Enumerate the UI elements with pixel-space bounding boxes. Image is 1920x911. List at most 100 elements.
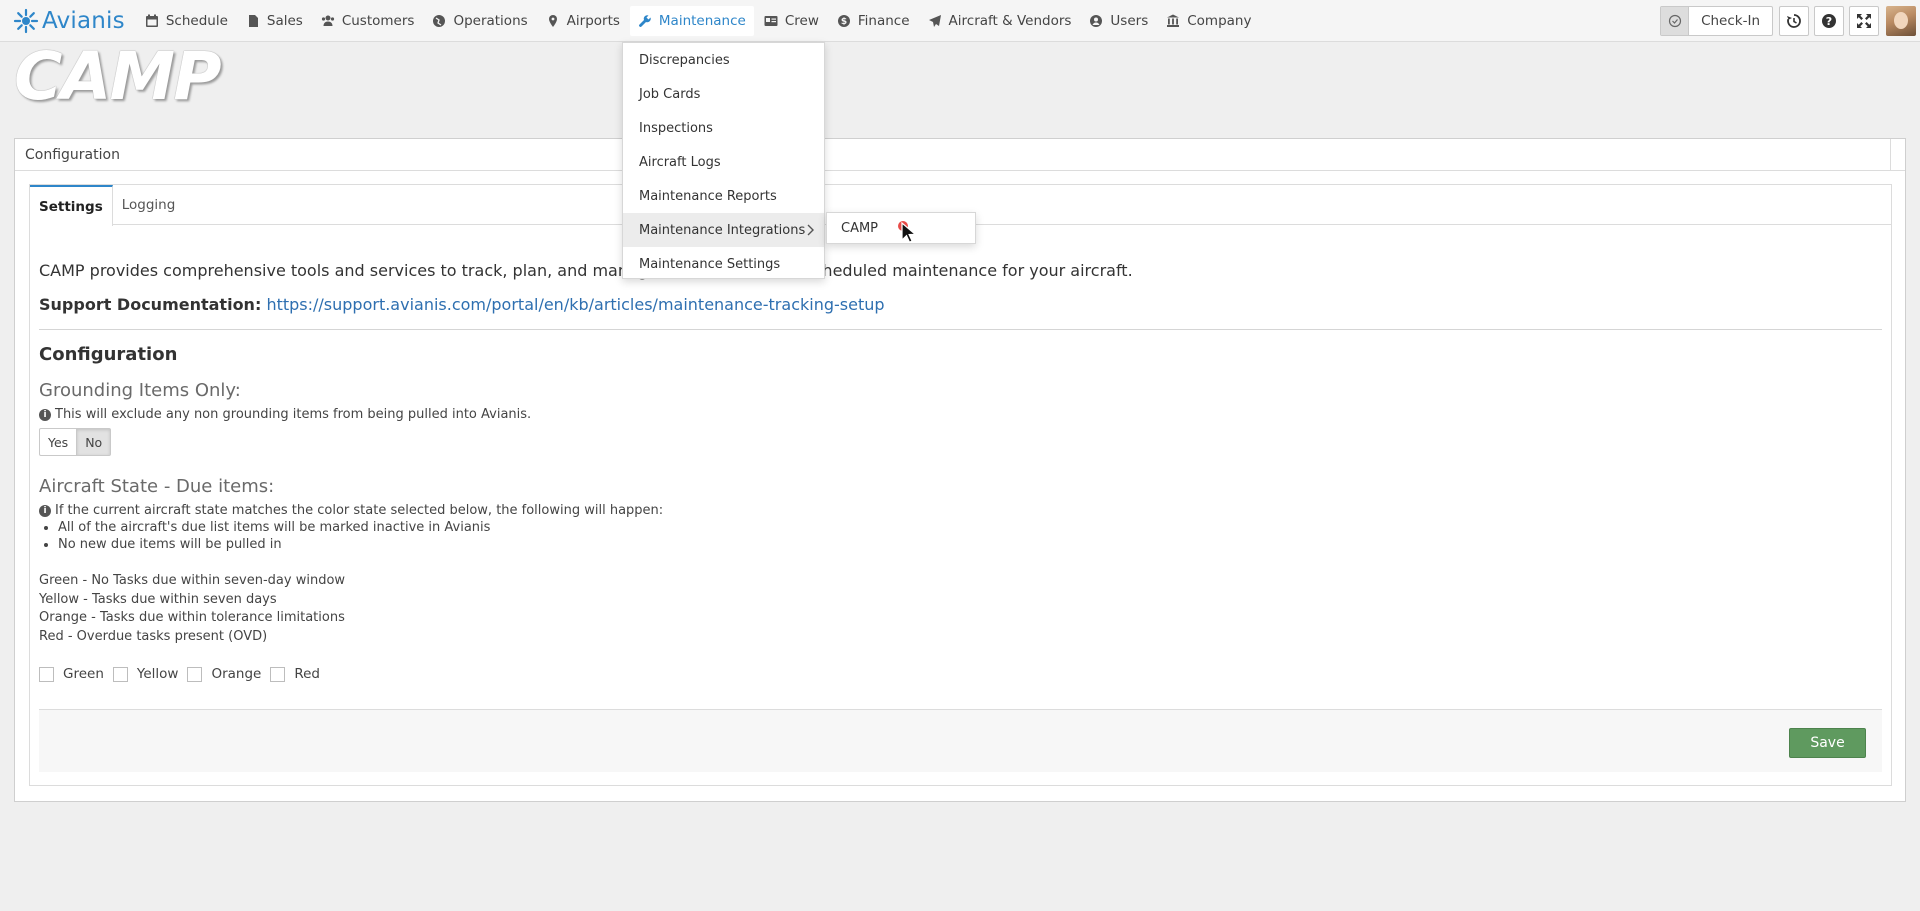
nav-right-tools: Check-In ?: [1660, 0, 1920, 42]
nav-airports[interactable]: Airports: [538, 6, 628, 36]
divider: [39, 329, 1882, 330]
check-circle-icon: [1661, 7, 1690, 35]
info-icon: i: [39, 504, 51, 517]
nav-airports-label: Airports: [566, 12, 620, 29]
nav-aircraft-vendors[interactable]: Aircraft & Vendors: [920, 6, 1080, 36]
bank-icon: [1167, 14, 1180, 27]
camp-logo: CAMP: [14, 38, 222, 115]
user-avatar[interactable]: [1886, 6, 1916, 36]
nav-schedule[interactable]: Schedule: [137, 6, 236, 36]
grounding-toggle: Yes No: [39, 428, 112, 456]
red-checkbox-label: Red: [294, 666, 320, 682]
nav-crew[interactable]: Crew: [756, 6, 827, 36]
nav-company[interactable]: Company: [1158, 6, 1259, 36]
state-green-desc: Green - No Tasks due within seven-day wi…: [39, 573, 346, 588]
svg-text:?: ?: [1826, 15, 1832, 28]
nav-aircraft-vendors-label: Aircraft & Vendors: [948, 12, 1072, 29]
fullscreen-button[interactable]: [1849, 6, 1879, 36]
intro-text: CAMP provides comprehensive tools and se…: [39, 261, 1133, 280]
tab-logging[interactable]: Logging: [113, 185, 185, 225]
menu-item-maintenance-integrations[interactable]: Maintenance Integrations: [623, 213, 824, 247]
calendar-icon: [145, 14, 158, 27]
menu-item-maintenance-reports[interactable]: Maintenance Reports: [623, 179, 824, 213]
nav-sales-label: Sales: [266, 12, 303, 29]
panel-header-divider: [1890, 139, 1891, 170]
plane-icon: [928, 14, 941, 27]
nav-customers-label: Customers: [341, 12, 415, 29]
red-checkbox[interactable]: [270, 666, 286, 682]
check-in-label: Check-In: [1701, 13, 1760, 29]
avianis-sun-icon: [13, 8, 39, 33]
support-link[interactable]: https://support.avianis.com/portal/en/kb…: [266, 295, 884, 314]
grounding-label: Grounding Items Only:: [39, 380, 241, 401]
nav-users-label: Users: [1110, 12, 1149, 29]
aircraft-state-help: i If the current aircraft state matches …: [39, 503, 1882, 518]
submenu-item-camp[interactable]: CAMP: [841, 221, 878, 236]
nav-finance-label: Finance: [857, 12, 910, 29]
history-icon: [1787, 14, 1801, 28]
menu-item-job-cards[interactable]: Job Cards: [623, 77, 824, 111]
map-marker-icon: [548, 14, 557, 27]
grounding-help: i This will exclude any non grounding it…: [39, 407, 1882, 422]
green-checkbox-label: Green: [63, 666, 104, 682]
grounding-no-button[interactable]: No: [76, 429, 111, 455]
tab-container: Settings Logging CAMP provides comprehen…: [29, 184, 1892, 786]
chevron-right-icon: [807, 224, 814, 236]
aircraft-state-label: Aircraft State - Due items:: [39, 476, 275, 497]
help-button[interactable]: ?: [1814, 6, 1844, 36]
nav-operations[interactable]: Operations: [424, 6, 535, 36]
save-button[interactable]: Save: [1789, 728, 1866, 758]
dollar-circle-icon: $: [837, 14, 850, 27]
aircraft-state-effects: All of the aircraft's due list items wil…: [39, 520, 1882, 552]
maintenance-dropdown: Discrepancies Job Cards Inspections Airc…: [622, 42, 825, 279]
brand-logo[interactable]: Avianis: [13, 8, 125, 34]
orange-checkbox[interactable]: [187, 666, 203, 682]
nav-customers[interactable]: Customers: [313, 6, 423, 36]
menu-item-maintenance-settings[interactable]: Maintenance Settings: [623, 247, 824, 281]
menu-item-inspections[interactable]: Inspections: [623, 111, 824, 145]
users-icon: [321, 15, 334, 26]
globe-icon: [433, 14, 446, 27]
grounding-help-text: This will exclude any non grounding item…: [55, 407, 532, 422]
nav-operations-label: Operations: [453, 12, 528, 29]
aircraft-state-help-text: If the current aircraft state matches th…: [55, 503, 664, 518]
nav-crew-label: Crew: [784, 12, 819, 29]
nav-maintenance-label: Maintenance: [658, 12, 746, 29]
svg-text:$: $: [841, 17, 847, 27]
support-documentation: Support Documentation: https://support.a…: [39, 295, 1882, 314]
file-icon: [248, 14, 258, 27]
green-checkbox[interactable]: [39, 666, 54, 682]
panel-header: Configuration: [15, 139, 1905, 171]
wrench-icon: [638, 14, 651, 27]
list-item: No new due items will be pulled in: [58, 537, 1882, 552]
orange-checkbox-label: Orange: [211, 666, 262, 682]
tab-settings[interactable]: Settings: [30, 185, 113, 226]
question-circle-icon: ?: [1822, 14, 1836, 28]
state-yellow-desc: Yellow - Tasks due within seven days: [39, 591, 277, 607]
history-button[interactable]: [1779, 6, 1809, 36]
brand-name: Avianis: [42, 7, 125, 34]
top-nav: Avianis Schedule Sales Customers Operati…: [0, 0, 1920, 42]
yellow-checkbox[interactable]: [112, 666, 128, 682]
support-label: Support Documentation:: [39, 295, 262, 314]
nav-sales[interactable]: Sales: [238, 6, 311, 36]
state-orange-desc: Orange - Tasks due within tolerance limi…: [39, 610, 345, 625]
expand-icon: [1857, 14, 1871, 28]
menu-item-label: Maintenance Integrations: [639, 222, 806, 238]
nav-maintenance[interactable]: Maintenance: [629, 5, 754, 36]
id-card-icon: [764, 15, 778, 26]
check-in-button[interactable]: Check-In: [1660, 6, 1773, 36]
nav-finance[interactable]: $ Finance: [829, 6, 918, 36]
state-checkboxes: Green Yellow Orange Red: [39, 666, 1882, 682]
section-title: Configuration: [39, 344, 178, 365]
user-circle-icon: [1090, 14, 1103, 27]
menu-item-aircraft-logs[interactable]: Aircraft Logs: [623, 145, 824, 179]
panel-title: Configuration: [25, 146, 120, 163]
menu-item-discrepancies[interactable]: Discrepancies: [623, 43, 824, 77]
list-item: All of the aircraft's due list items wil…: [58, 520, 1882, 535]
nav-users[interactable]: Users: [1081, 6, 1156, 36]
settings-content: CAMP provides comprehensive tools and se…: [30, 261, 1891, 682]
grounding-yes-button[interactable]: Yes: [40, 429, 76, 455]
nav-schedule-label: Schedule: [165, 12, 228, 29]
nav-company-label: Company: [1187, 12, 1252, 29]
